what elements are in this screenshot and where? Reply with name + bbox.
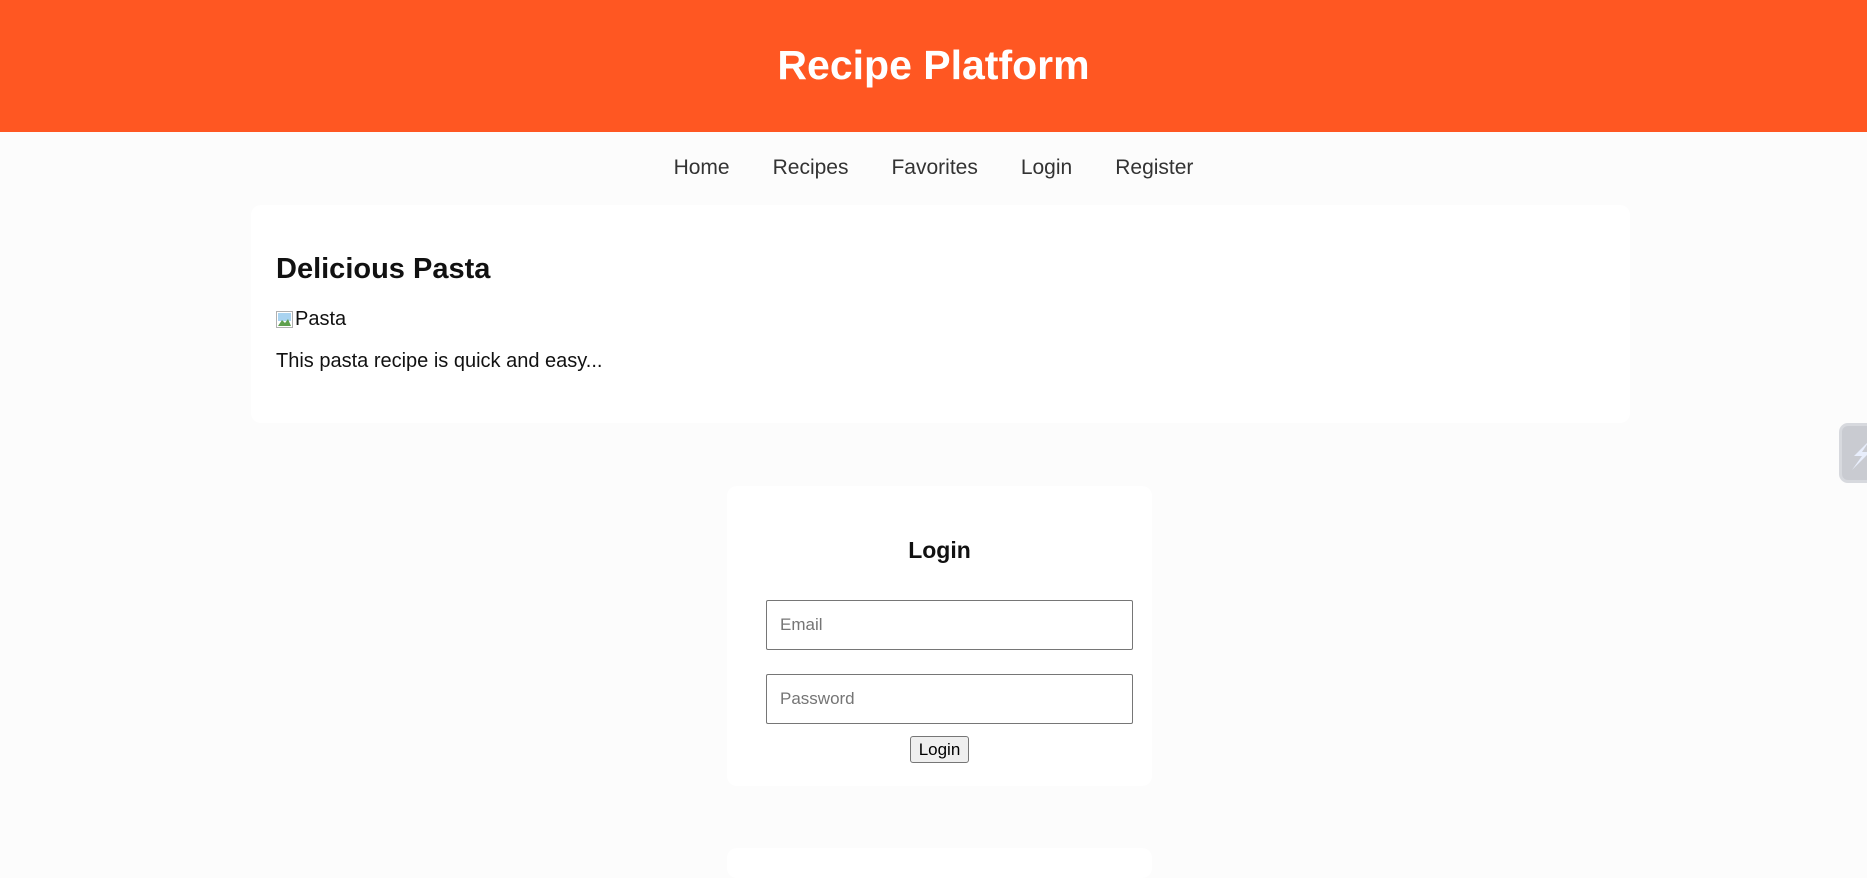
nav-home-link[interactable]: Home [674,156,730,180]
recipe-title: Delicious Pasta [276,253,491,285]
main-nav: Home Recipes Favorites Login Register [0,132,1867,204]
next-card [727,848,1152,878]
extension-icon [1852,443,1867,470]
broken-image-icon [276,310,293,328]
login-button[interactable]: Login [909,736,970,763]
nav-login-link[interactable]: Login [1021,156,1072,180]
recipe-card: Delicious Pasta Pasta This pasta recipe … [251,205,1630,423]
email-field[interactable] [766,600,1133,650]
site-title: Recipe Platform [777,41,1090,88]
login-card: Login Login [727,486,1152,786]
site-header: Recipe Platform [0,0,1867,132]
recipe-image-alt: Pasta [295,307,347,330]
nav-favorites-link[interactable]: Favorites [891,156,977,180]
nav-recipes-link[interactable]: Recipes [773,156,849,180]
recipe-image: Pasta [276,308,1605,330]
recipe-description: This pasta recipe is quick and easy... [276,350,603,372]
nav-register-link[interactable]: Register [1115,156,1193,180]
side-extension-button[interactable] [1839,423,1867,483]
password-field[interactable] [766,674,1133,724]
login-title: Login [908,537,971,563]
